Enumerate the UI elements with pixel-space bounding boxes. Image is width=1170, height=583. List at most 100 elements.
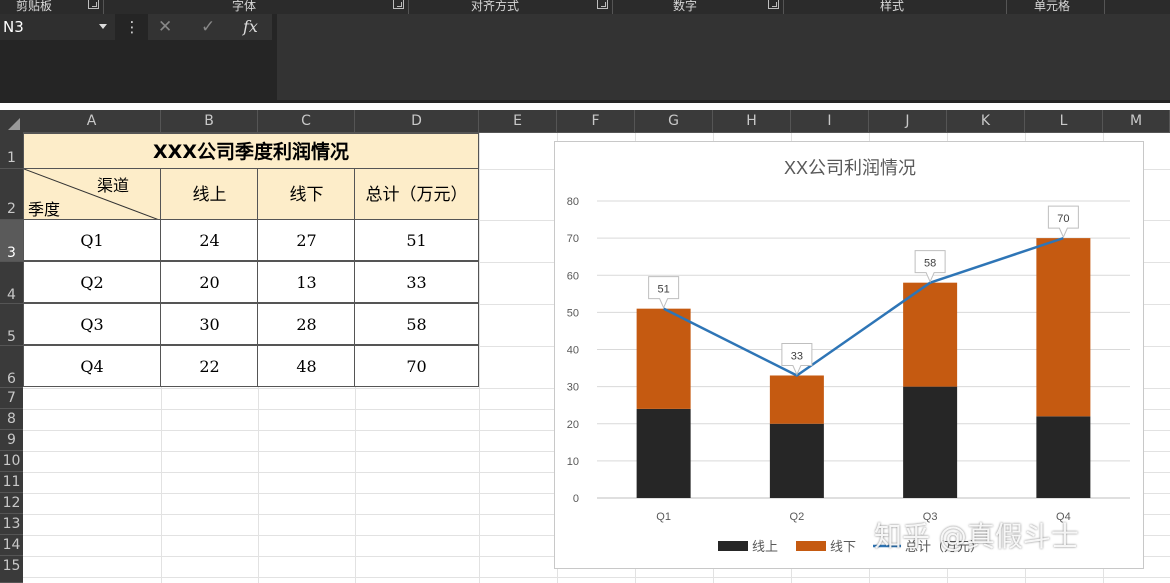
table-cell[interactable]: 24 <box>160 219 259 261</box>
row-header-active[interactable]: 3 <box>0 220 23 262</box>
row-header[interactable]: 9 <box>0 430 23 451</box>
profit-chart[interactable]: XX公司利润情况 0 10 20 30 40 50 60 70 80 Q1 Q2 Q3 Q4 51 33 58 7… <box>554 141 1144 569</box>
watermark: 知乎 @真假斗士 <box>874 520 1079 553</box>
grid-line <box>479 133 480 583</box>
row-header[interactable]: 15 <box>0 556 23 583</box>
row-header[interactable]: 2 <box>0 169 23 220</box>
column-header[interactable]: J <box>869 110 947 133</box>
data-label: 33 <box>791 350 803 362</box>
y-tick-label: 20 <box>567 419 579 431</box>
table-cell[interactable]: Q4 <box>23 345 161 387</box>
row-header[interactable]: 10 <box>0 451 23 472</box>
column-header[interactable]: L <box>1025 110 1103 133</box>
ribbon-divider <box>612 0 613 14</box>
ribbon-divider <box>783 0 784 14</box>
table-cell[interactable]: Q3 <box>23 303 161 345</box>
row-header[interactable]: 8 <box>0 409 23 430</box>
font-launcher-icon[interactable] <box>393 0 404 9</box>
row-header[interactable]: 11 <box>0 472 23 493</box>
ribbon-group-bar: 剪贴板 字体 对齐方式 数字 样式 单元格 <box>0 0 1170 14</box>
diagonal-header-cell[interactable]: 渠道 季度 <box>23 168 162 221</box>
column-header[interactable]: C <box>258 110 355 133</box>
season-header-label: 季度 <box>28 200 61 219</box>
select-all-button[interactable] <box>0 110 23 133</box>
legend-label: 线上 <box>752 539 778 554</box>
bar-segment <box>1036 416 1091 498</box>
table-cell[interactable]: 28 <box>257 303 356 345</box>
column-header[interactable]: G <box>635 110 713 133</box>
table-cell[interactable]: 20 <box>160 261 259 303</box>
bar-segment <box>636 308 691 409</box>
table-cell[interactable]: 30 <box>160 303 259 345</box>
column-header[interactable]: A <box>23 110 161 133</box>
data-label: 51 <box>658 284 670 296</box>
column-header[interactable]: F <box>557 110 635 133</box>
bar-segment <box>769 423 824 498</box>
y-tick-label: 40 <box>567 345 579 357</box>
y-tick-label: 60 <box>567 270 579 282</box>
table-cell[interactable]: 70 <box>354 345 479 387</box>
formula-input[interactable] <box>277 14 1170 100</box>
header-cell-total[interactable]: 总计（万元） <box>354 168 479 220</box>
chevron-down-icon[interactable] <box>99 24 107 29</box>
check-icon[interactable]: ✓ <box>201 14 215 40</box>
table-cell[interactable]: 27 <box>257 219 356 261</box>
bar-segment <box>903 282 958 387</box>
more-options-icon[interactable]: ⋮ <box>124 14 140 40</box>
header-cell-offline[interactable]: 线下 <box>257 168 356 220</box>
ribbon-divider <box>1006 0 1007 14</box>
x-tick-label: Q2 <box>790 511 805 523</box>
ribbon-divider <box>408 0 409 14</box>
ribbon-group-alignment: 对齐方式 <box>471 0 520 13</box>
ribbon-group-styles: 样式 <box>880 0 905 13</box>
cancel-icon[interactable]: ✕ <box>158 14 172 40</box>
y-tick-label: 80 <box>567 196 579 208</box>
table-cell[interactable]: 51 <box>354 219 479 261</box>
row-header[interactable]: 4 <box>0 262 23 304</box>
ribbon-group-clipboard: 剪贴板 <box>16 0 53 13</box>
table-cell[interactable]: 58 <box>354 303 479 345</box>
row-header[interactable]: 5 <box>0 304 23 346</box>
data-label: 58 <box>924 258 936 270</box>
bar-segment <box>636 408 691 498</box>
name-box[interactable]: N3 <box>0 14 115 40</box>
ribbon-divider <box>1104 0 1105 14</box>
column-header[interactable]: D <box>355 110 479 133</box>
row-header[interactable]: 12 <box>0 493 23 514</box>
alignment-launcher-icon[interactable] <box>597 0 608 9</box>
legend-swatch <box>718 541 748 551</box>
channel-header-label: 渠道 <box>97 176 130 195</box>
column-header[interactable]: I <box>791 110 869 133</box>
column-header[interactable]: E <box>479 110 557 133</box>
column-header[interactable]: B <box>161 110 258 133</box>
table-cell[interactable]: 33 <box>354 261 479 303</box>
table-title-cell[interactable]: XXX公司季度利润情况 <box>23 133 479 169</box>
table-cell[interactable]: 13 <box>257 261 356 303</box>
table-cell[interactable]: Q2 <box>23 261 161 303</box>
insert-function-icon[interactable]: fx <box>243 14 258 40</box>
clipboard-launcher-icon[interactable] <box>88 0 99 9</box>
row-header[interactable]: 7 <box>0 388 23 409</box>
row-header[interactable]: 6 <box>0 346 23 388</box>
row-header[interactable]: 13 <box>0 514 23 535</box>
ribbon-group-font: 字体 <box>232 0 257 13</box>
y-tick-label: 0 <box>573 493 579 505</box>
table-cell[interactable]: Q1 <box>23 219 161 261</box>
ribbon-group-cells: 单元格 <box>1034 0 1071 13</box>
data-label: 70 <box>1057 213 1069 225</box>
header-cell-online[interactable]: 线上 <box>160 168 259 220</box>
y-tick-label: 10 <box>567 456 579 468</box>
column-header[interactable]: M <box>1103 110 1170 133</box>
x-tick-label: Q1 <box>656 511 671 523</box>
row-header[interactable]: 1 <box>0 133 23 169</box>
row-header[interactable]: 14 <box>0 535 23 556</box>
table-cell[interactable]: 48 <box>257 345 356 387</box>
column-header[interactable]: H <box>713 110 791 133</box>
ribbon-divider <box>103 0 104 14</box>
bar-segment <box>769 375 824 424</box>
column-header[interactable]: K <box>947 110 1025 133</box>
number-launcher-icon[interactable] <box>768 0 779 9</box>
ribbon-group-number: 数字 <box>673 0 698 13</box>
table-cell[interactable]: 22 <box>160 345 259 387</box>
bar-segment <box>1036 238 1091 417</box>
